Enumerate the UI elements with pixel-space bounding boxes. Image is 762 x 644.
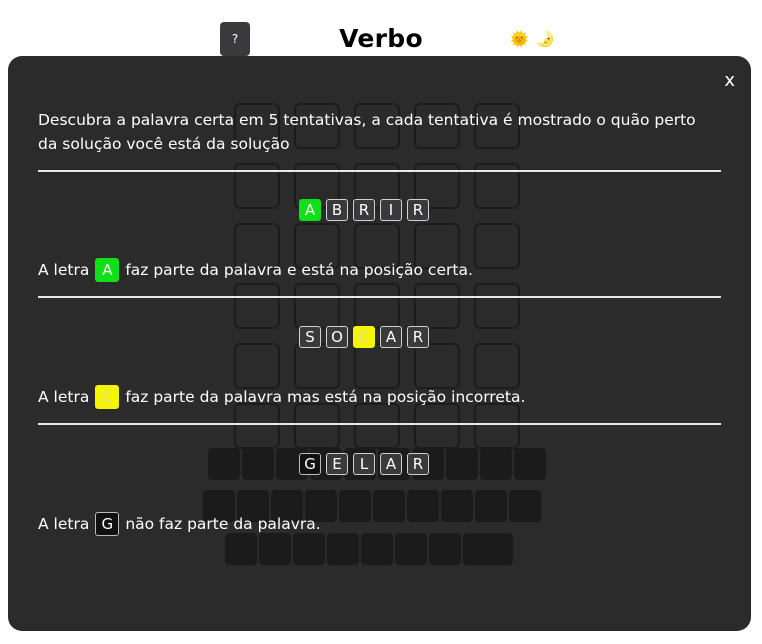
sun-icon[interactable]: 🌞: [510, 30, 529, 48]
intro-text: Descubra a palavra certa em 5 tentativas…: [38, 111, 696, 153]
example-row-absent: GELAR: [299, 453, 429, 475]
letter-tile: R: [407, 199, 429, 221]
letter-tile: A: [380, 453, 402, 475]
help-modal: x Descubra a palavra certa em 5 tentativ…: [8, 56, 751, 631]
example-row-correct: ABRIR: [299, 199, 429, 221]
letter-tile: L: [353, 453, 375, 475]
letter-tile: B: [326, 199, 348, 221]
letter-tile-present: C: [95, 385, 120, 409]
letter-tile-correct: A: [95, 258, 120, 282]
letter-tile: I: [380, 199, 402, 221]
page-title: Verbo: [339, 24, 423, 53]
explanation-suffix: faz parte da palavra mas está na posição…: [125, 388, 526, 406]
moon-icon[interactable]: 🌛: [536, 30, 555, 48]
explanation-suffix: não faz parte da palavra.: [125, 515, 321, 533]
explanation-prefix: A letra: [38, 388, 90, 406]
letter-tile: A: [380, 326, 402, 348]
explanation-present: A letra C faz parte da palavra mas está …: [38, 385, 525, 409]
letter-tile-absent: G: [95, 512, 120, 536]
divider: [38, 170, 721, 172]
close-button[interactable]: x: [724, 70, 735, 91]
letter-tile: E: [326, 453, 348, 475]
explanation-prefix: A letra: [38, 515, 90, 533]
letter-tile: R: [407, 326, 429, 348]
explanation-correct: A letra A faz parte da palavra e está na…: [38, 258, 473, 282]
letter-tile: C: [353, 326, 375, 348]
example-row-present: SOCAR: [299, 326, 429, 348]
divider: [38, 423, 721, 425]
letter-tile: O: [326, 326, 348, 348]
letter-tile: A: [299, 199, 321, 221]
letter-tile: G: [299, 453, 321, 475]
explanation-absent: A letra G não faz parte da palavra.: [38, 512, 321, 536]
explanation-suffix: faz parte da palavra e está na posição c…: [125, 261, 473, 279]
letter-tile: R: [353, 199, 375, 221]
divider: [38, 296, 721, 298]
letter-tile: R: [407, 453, 429, 475]
explanation-prefix: A letra: [38, 261, 90, 279]
letter-tile: S: [299, 326, 321, 348]
top-bar: ? Verbo 🌞 🌛: [0, 0, 762, 56]
